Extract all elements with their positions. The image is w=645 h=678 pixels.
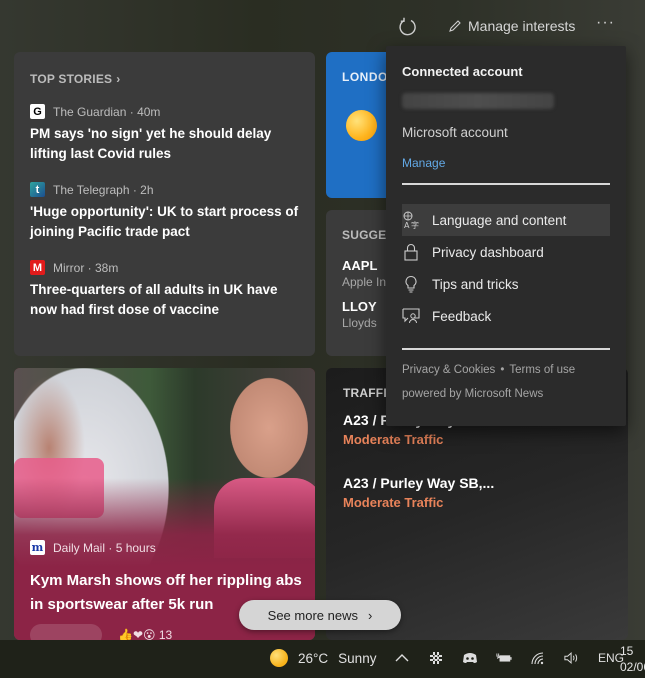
svg-text:A: A [404, 221, 410, 229]
taskbar-weather-button[interactable]: 26°C Sunny [270, 649, 376, 667]
menu-item-feedback[interactable]: Feedback [402, 300, 610, 332]
chevron-up-icon[interactable] [394, 650, 410, 666]
mirror-logo-icon: M [30, 260, 45, 275]
manage-interests-label: Manage interests [468, 18, 576, 34]
taskbar-clock[interactable]: 15 02/06 [620, 643, 645, 675]
powered-by-text: powered by Microsoft News [402, 388, 544, 400]
system-tray: ENG [394, 650, 624, 666]
link-separator: • [500, 364, 505, 376]
volume-icon[interactable] [564, 650, 580, 666]
chevron-right-icon: › [367, 607, 373, 623]
menu-divider [402, 183, 610, 185]
language-icon: A字 [402, 211, 420, 229]
manage-interests-button[interactable]: Manage interests [448, 18, 575, 34]
weather-condition: Sunny [338, 650, 377, 666]
menu-item-tips-and-tricks[interactable]: Tips and tricks [402, 268, 610, 300]
battery-charging-icon[interactable] [496, 650, 512, 666]
lock-icon [402, 243, 420, 261]
manage-account-link[interactable]: Manage [402, 156, 445, 170]
story-item[interactable]: M Mirror · 38m Three-quarters of all adul… [30, 260, 299, 320]
route-status: Moderate Traffic [343, 432, 444, 447]
story-item[interactable]: G The Guardian · 40m PM says 'no sign' ye… [30, 104, 299, 164]
sun-icon [270, 649, 288, 667]
refresh-button[interactable] [397, 16, 419, 38]
menu-title: Connected account [402, 64, 523, 79]
route-name: A23 / Purley Way SB,... [343, 475, 495, 491]
temperature: 26°C [298, 650, 329, 666]
story-source: The Guardian · 40m [53, 104, 161, 119]
chevron-right-icon: › [116, 72, 121, 86]
route-status: Moderate Traffic [343, 495, 444, 510]
weather-city: LONDON [342, 70, 396, 84]
taskbar: 26°C Sunny ENG 15 02/06 [0, 640, 645, 678]
story-headline[interactable]: PM says 'no sign' yet he should delay li… [30, 124, 299, 164]
stock-name: Lloyds [342, 316, 377, 330]
stocks-heading: SUGGESTED [342, 228, 396, 242]
discord-icon[interactable] [462, 650, 478, 666]
story-headline[interactable]: 'Huge opportunity': UK to start process … [30, 202, 299, 242]
slack-icon[interactable] [428, 650, 444, 666]
svg-text:字: 字 [411, 220, 419, 229]
menu-divider [402, 348, 610, 350]
story-source: Daily Mail · 5 hours [53, 540, 156, 555]
terms-of-use-link[interactable]: Terms of use [509, 364, 575, 376]
reactions-icon[interactable]: 👍❤😮 13 [118, 628, 172, 640]
refresh-icon [399, 17, 416, 36]
sun-icon [346, 110, 377, 141]
stock-ticker[interactable]: AAPL [342, 258, 380, 273]
lightbulb-icon [402, 275, 420, 293]
wifi-icon[interactable] [530, 650, 546, 666]
pencil-icon [449, 20, 461, 32]
story-source: The Telegraph · 2h [53, 182, 154, 197]
story-source: Mirror · 38m [53, 260, 119, 275]
menu-item-language-and-content[interactable]: A字 Language and content [402, 204, 610, 236]
clock-date: 02/06 [620, 660, 645, 674]
story-headline[interactable]: Three-quarters of all adults in UK have … [30, 280, 299, 320]
stock-name: Apple Inc [342, 275, 393, 289]
telegraph-logo-icon: t [30, 182, 45, 197]
top-stories-card: TOP STORIES › G The Guardian · 40m PM say… [14, 52, 315, 356]
account-type: Microsoft account [402, 125, 508, 140]
privacy-cookies-link[interactable]: Privacy & Cookies [402, 364, 495, 376]
like-button[interactable] [30, 624, 102, 640]
more-options-button[interactable]: ··· [596, 14, 615, 32]
top-stories-heading[interactable]: TOP STORIES › [30, 72, 299, 86]
guardian-logo-icon: G [30, 104, 45, 119]
daily-mail-logo-icon: m [30, 540, 45, 555]
see-more-news-button[interactable]: See more news › [239, 600, 401, 630]
traffic-route[interactable]: A23 / Purley Way SB,... Moderate Traffic [343, 475, 611, 510]
account-menu: Connected account Microsoft account Mana… [386, 46, 626, 426]
clock-time: 15 [620, 644, 634, 658]
menu-item-privacy-dashboard[interactable]: Privacy dashboard [402, 236, 610, 268]
stock-ticker[interactable]: LLOY [342, 299, 380, 314]
feedback-icon [402, 307, 420, 325]
story-item[interactable]: t The Telegraph · 2h 'Huge opportunity': … [30, 182, 299, 242]
account-email-redacted [402, 93, 554, 109]
widgets-header: Manage interests ··· [0, 0, 645, 52]
